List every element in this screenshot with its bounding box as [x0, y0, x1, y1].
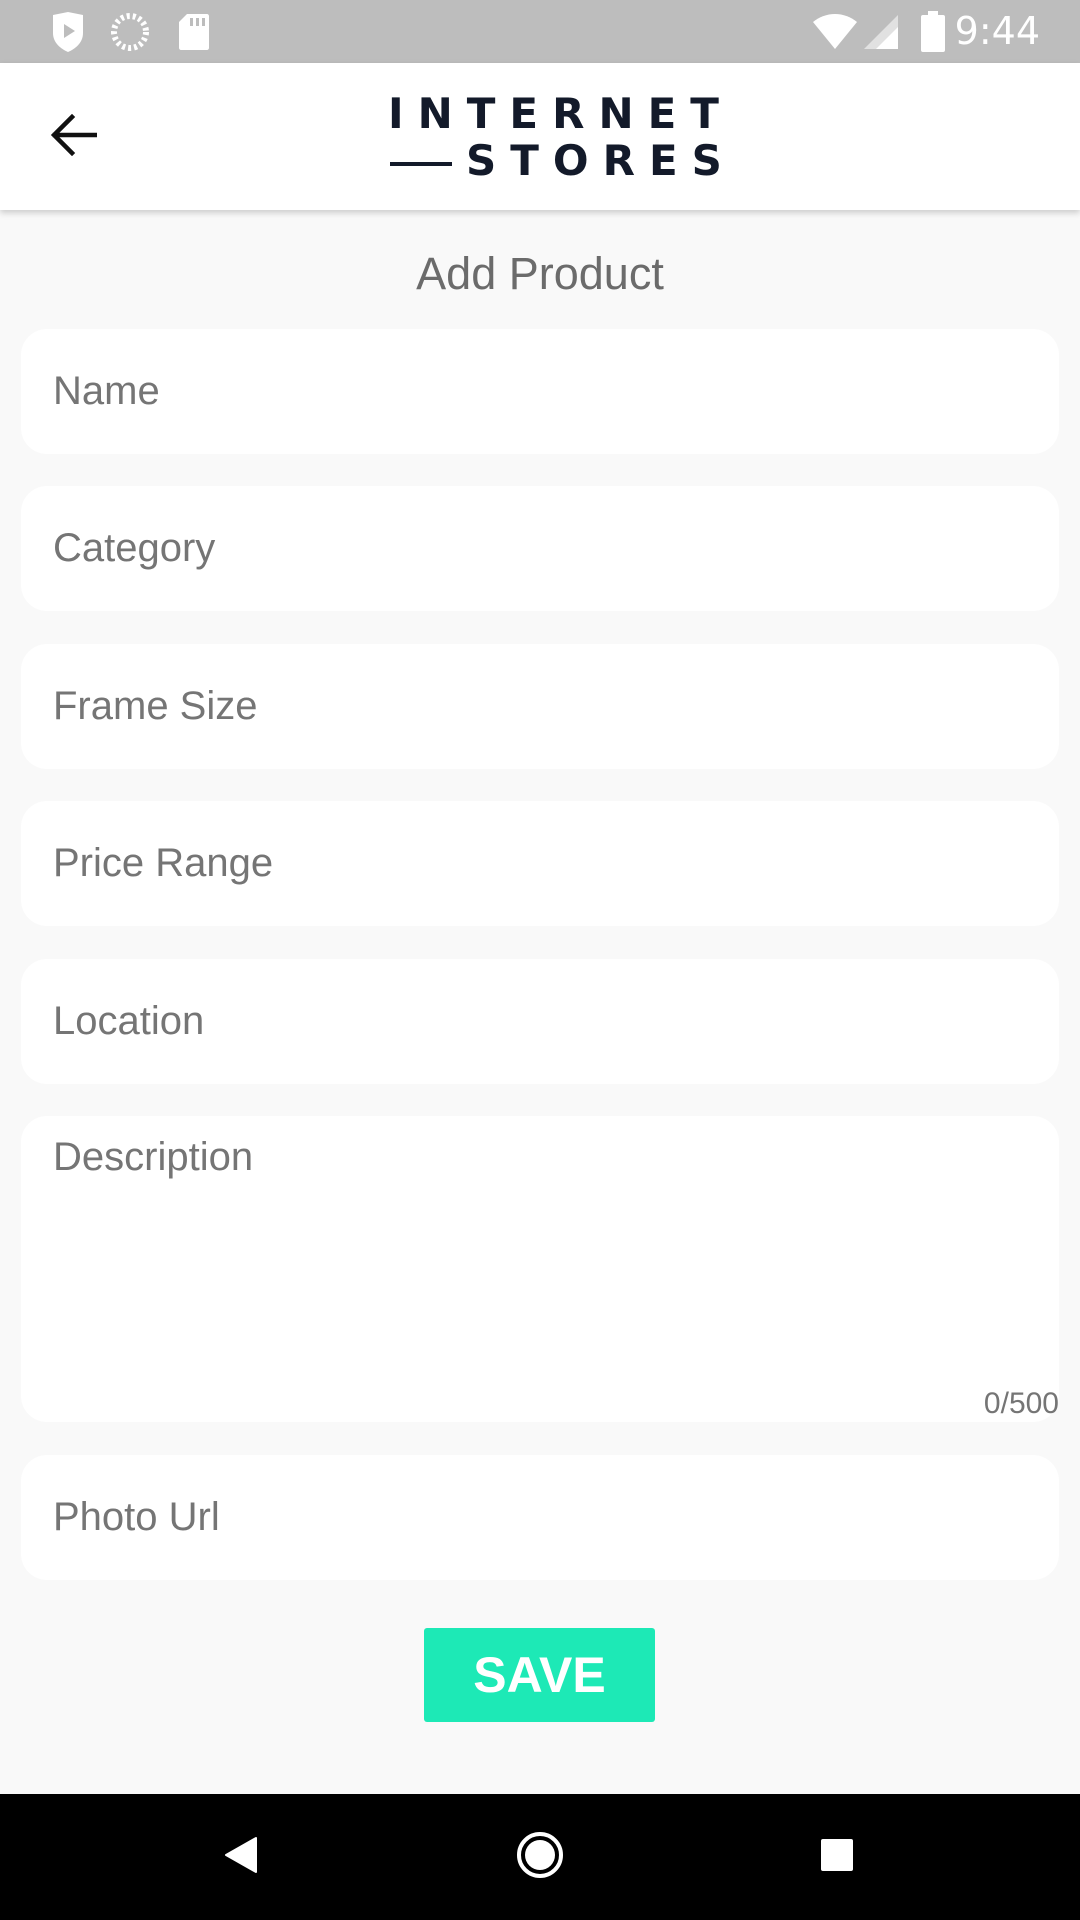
name-placeholder: Name	[53, 369, 160, 413]
nav-recents-icon	[820, 1838, 854, 1877]
sd-card-icon	[178, 0, 210, 63]
logo-line1: INTERNET	[388, 89, 733, 138]
save-button[interactable]: SAVE	[424, 1628, 655, 1722]
nav-recents-button[interactable]	[777, 1794, 897, 1920]
logo-line2: STORES	[466, 136, 736, 185]
name-field[interactable]: Name	[21, 329, 1059, 454]
nav-home-button[interactable]	[480, 1794, 600, 1920]
photo-url-placeholder: Photo Url	[53, 1495, 220, 1539]
category-placeholder: Category	[53, 526, 216, 570]
system-nav-bar	[0, 1794, 1080, 1920]
logo-dash	[390, 162, 452, 166]
loading-circle-icon	[110, 0, 150, 63]
play-protect-icon	[50, 0, 86, 63]
description-field[interactable]: Description	[21, 1116, 1059, 1422]
wifi-icon	[812, 0, 858, 63]
arrow-back-icon	[50, 113, 98, 161]
photo-url-field[interactable]: Photo Url	[21, 1455, 1059, 1580]
internet-stores-logo: INTERNET STORES	[388, 89, 733, 184]
location-placeholder: Location	[53, 999, 205, 1043]
location-field[interactable]: Location	[21, 959, 1059, 1084]
frame-size-placeholder: Frame Size	[53, 684, 258, 728]
app-bar: INTERNET STORES	[0, 63, 1080, 210]
back-button[interactable]	[36, 99, 112, 175]
battery-icon	[920, 0, 946, 63]
status-bar: 9:44	[0, 0, 1080, 63]
description-placeholder: Description	[53, 1135, 254, 1179]
description-char-counter: 0/500	[983, 1387, 1059, 1420]
price-range-field[interactable]: Price Range	[21, 801, 1059, 926]
status-time: 9:44	[954, 9, 1040, 53]
frame-size-field[interactable]: Frame Size	[21, 644, 1059, 769]
category-field[interactable]: Category	[21, 486, 1059, 611]
price-range-placeholder: Price Range	[53, 841, 274, 885]
nav-home-icon	[515, 1830, 565, 1885]
nav-back-icon	[224, 1836, 258, 1879]
nav-back-button[interactable]	[181, 1794, 301, 1920]
page-title: Add Product	[416, 248, 664, 299]
cell-signal-icon	[862, 0, 900, 63]
